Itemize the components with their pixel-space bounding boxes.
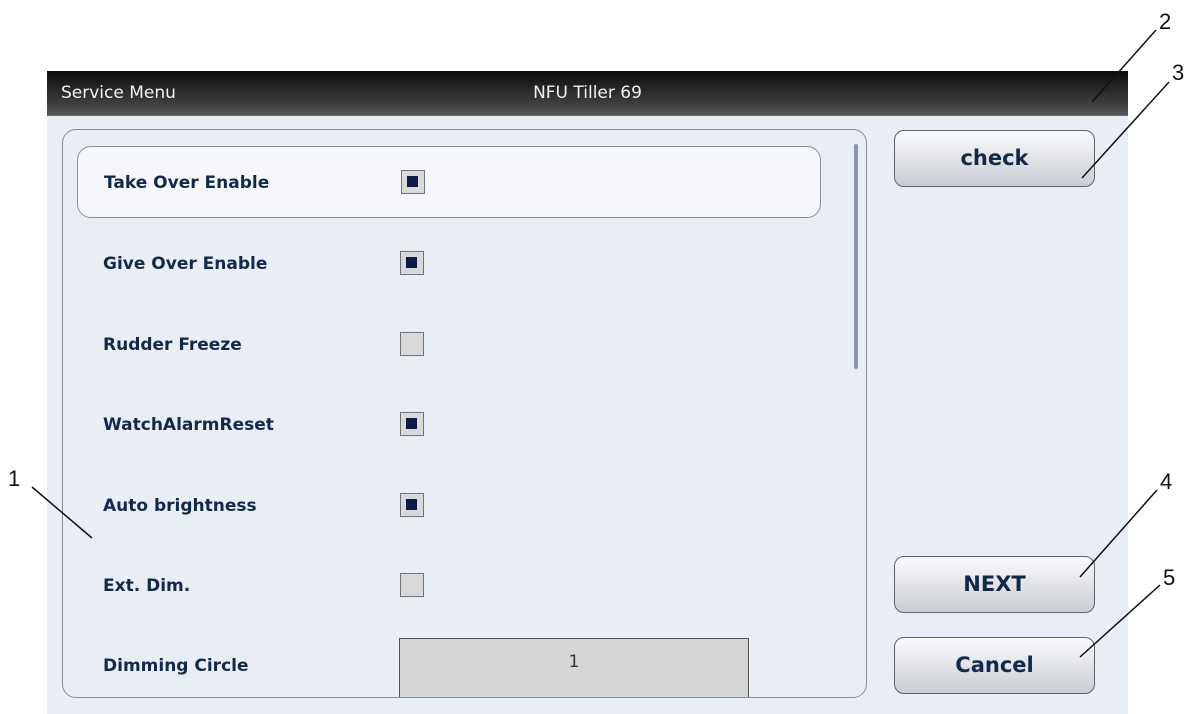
callout-line-5 [1079, 584, 1161, 658]
callout-line-3 [1081, 81, 1170, 179]
callout-number-1: 1 [8, 466, 21, 491]
callout-line-4 [1079, 489, 1158, 578]
callout-number-2: 2 [1159, 9, 1172, 34]
callout-number-4: 4 [1160, 469, 1173, 494]
callout-number-5: 5 [1163, 565, 1176, 590]
callout-line-2 [1091, 29, 1157, 103]
callout-number-3: 3 [1172, 60, 1185, 85]
callout-leader-lines [31, 29, 1170, 658]
callout-line-1 [31, 486, 93, 539]
